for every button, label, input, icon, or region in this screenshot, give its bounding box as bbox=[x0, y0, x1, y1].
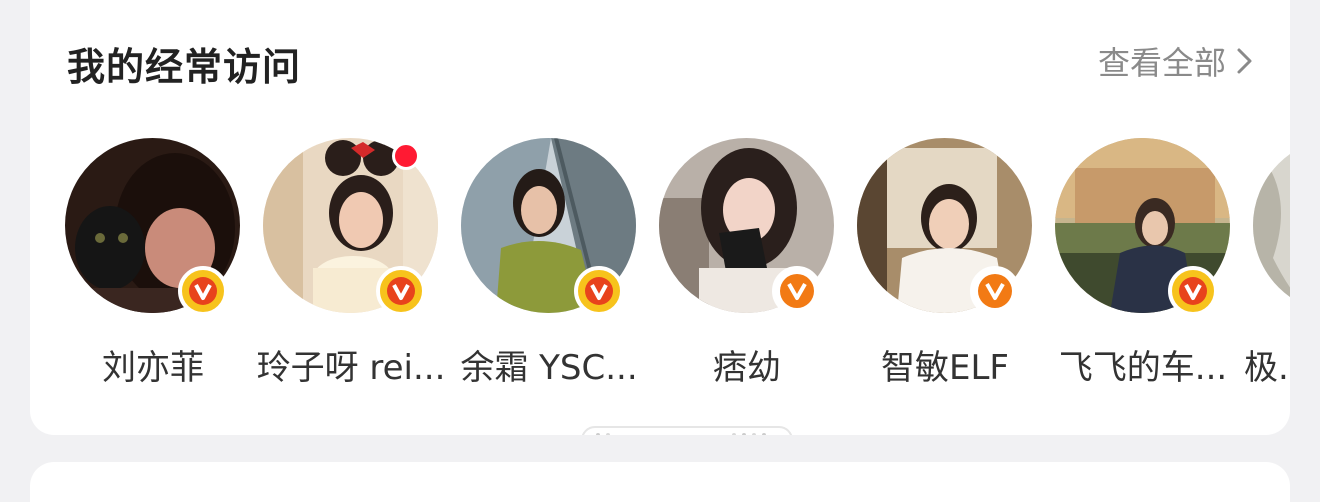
frequent-users-strip[interactable]: 刘亦菲 玲子呀 rei... 余霜 YSC... 痞幼 智敏ELF 飞飞的车..… bbox=[30, 138, 1290, 398]
user-item[interactable]: 痞幼 bbox=[648, 138, 846, 398]
section-title: 我的经常访问 bbox=[67, 45, 302, 89]
scroll-indicator-icon bbox=[582, 426, 792, 435]
red-dot-icon bbox=[392, 142, 420, 170]
view-all-label: 查看全部 bbox=[1097, 44, 1226, 82]
verified-v-icon bbox=[970, 266, 1020, 316]
user-item[interactable]: 玲子呀 rei... bbox=[252, 138, 450, 398]
avatar bbox=[1253, 138, 1290, 313]
user-name: 余霜 YSC... bbox=[460, 348, 638, 388]
verified-v-icon bbox=[376, 266, 426, 316]
user-item[interactable]: 余霜 YSC... bbox=[450, 138, 648, 398]
user-item[interactable]: 极... bbox=[1242, 138, 1290, 398]
carousel-indicator bbox=[582, 425, 792, 435]
user-name: 智敏ELF bbox=[881, 348, 1009, 388]
verified-v-icon bbox=[772, 266, 822, 316]
next-card-edge bbox=[30, 462, 1290, 502]
user-item[interactable]: 飞飞的车... bbox=[1044, 138, 1242, 398]
view-all-link[interactable]: 查看全部 bbox=[1098, 38, 1254, 84]
verified-v-icon bbox=[1168, 266, 1218, 316]
frequent-visits-card: 我的经常访问 查看全部 刘亦菲 玲子呀 rei... 余霜 YSC... 痞幼 … bbox=[30, 0, 1290, 435]
user-name: 玲子呀 rei... bbox=[256, 348, 446, 388]
user-name: 刘亦菲 bbox=[102, 348, 204, 388]
user-name: 飞飞的车... bbox=[1058, 348, 1228, 388]
verified-v-icon bbox=[178, 266, 228, 316]
user-name: 痞幼 bbox=[713, 348, 781, 388]
user-name: 极... bbox=[1244, 348, 1290, 388]
user-item[interactable]: 刘亦菲 bbox=[54, 138, 252, 398]
verified-v-icon bbox=[574, 266, 624, 316]
chevron-right-icon bbox=[1237, 48, 1252, 74]
user-item[interactable]: 智敏ELF bbox=[846, 138, 1044, 398]
